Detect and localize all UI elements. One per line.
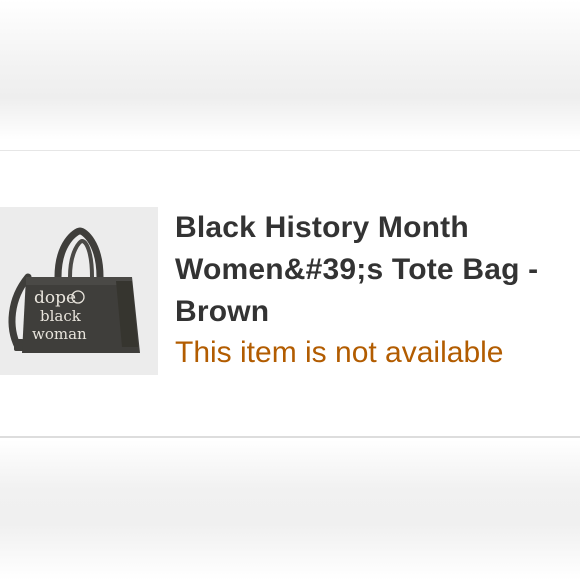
product-image[interactable]: dope black woman <box>0 207 158 375</box>
bag-print-line-3: woman <box>32 325 87 343</box>
availability-status: This item is not available <box>175 336 504 369</box>
bag-print-line-2: black <box>40 307 82 325</box>
tote-bag-icon: dope black woman <box>0 207 158 375</box>
bag-print-line-1: dope <box>34 288 76 308</box>
product-title[interactable]: Black History Month Women&#39;s Tote Bag… <box>175 207 575 333</box>
product-card[interactable]: dope black woman Black History Month Wom… <box>0 150 580 438</box>
screenshot-page: dope black woman Black History Month Wom… <box>0 0 580 580</box>
blurred-background-bottom <box>0 440 580 580</box>
blurred-background-top <box>0 0 580 140</box>
